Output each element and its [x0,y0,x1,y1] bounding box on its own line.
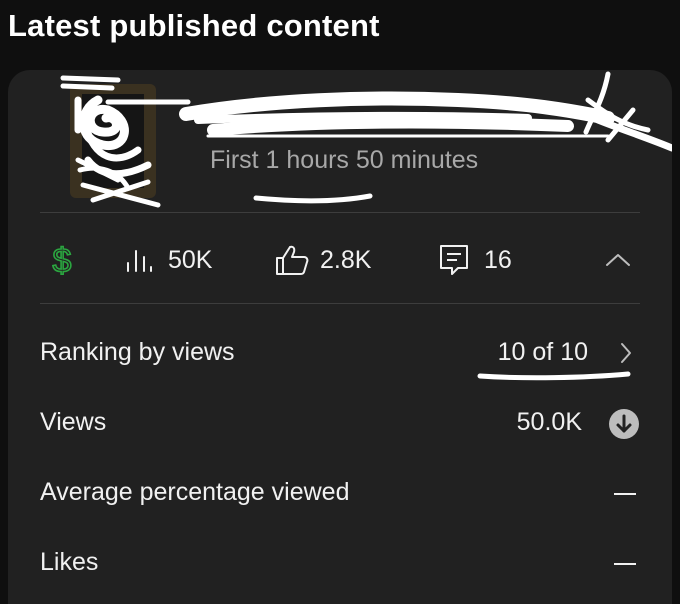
divider [40,212,640,213]
likes-stat[interactable]: 2.8K [274,242,371,278]
views-count: 50K [168,245,213,274]
metric-row-likes[interactable]: Likes [40,534,640,594]
likes-count: 2.8K [320,245,372,274]
bar-chart-icon [127,250,152,272]
comments-stat[interactable]: 16 [438,242,512,278]
svg-text:$: $ [53,242,72,278]
chevron-right-icon[interactable] [618,340,634,366]
metric-value: 50.0K [516,408,582,436]
divider [40,303,640,304]
views-stat[interactable]: 50K [124,242,212,278]
underline-scribble [477,371,631,381]
video-thumbnail[interactable] [70,84,156,198]
metric-label: Ranking by views [40,338,235,366]
video-row[interactable]: First 1 hours 50 minutes [8,70,672,212]
metric-label: Likes [40,548,99,576]
page-title: Latest published content [8,8,380,43]
metric-row-avg-percentage[interactable]: Average percentage viewed [40,464,640,524]
metric-row-ranking[interactable]: Ranking by views 10 of 10 [40,324,640,384]
dash-icon [614,493,636,495]
stats-row: $ 50K 2.8K 16 [8,220,672,300]
metric-row-views[interactable]: Views 50.0K [40,394,640,454]
thumbnail-image [82,94,144,188]
dollar-icon: $ [52,242,73,278]
revenue-stat[interactable]: $ [48,242,76,278]
comments-count: 16 [484,245,512,274]
metric-value: 10 of 10 [497,338,588,366]
chevron-up-icon [606,254,630,266]
comment-icon [440,245,468,275]
arrow-down-circle-icon[interactable] [608,408,640,440]
metric-label: Average percentage viewed [40,478,350,506]
page: Latest published content First 1 hours 5… [0,0,680,604]
collapse-button[interactable] [604,242,632,278]
content-card: First 1 hours 50 minutes $ 50K 2.8K 16 R… [8,70,672,604]
video-subtitle: First 1 hours 50 minutes [210,146,479,174]
thumbs-up-icon [276,245,309,275]
metric-label: Views [40,408,107,436]
dash-icon [614,563,636,565]
